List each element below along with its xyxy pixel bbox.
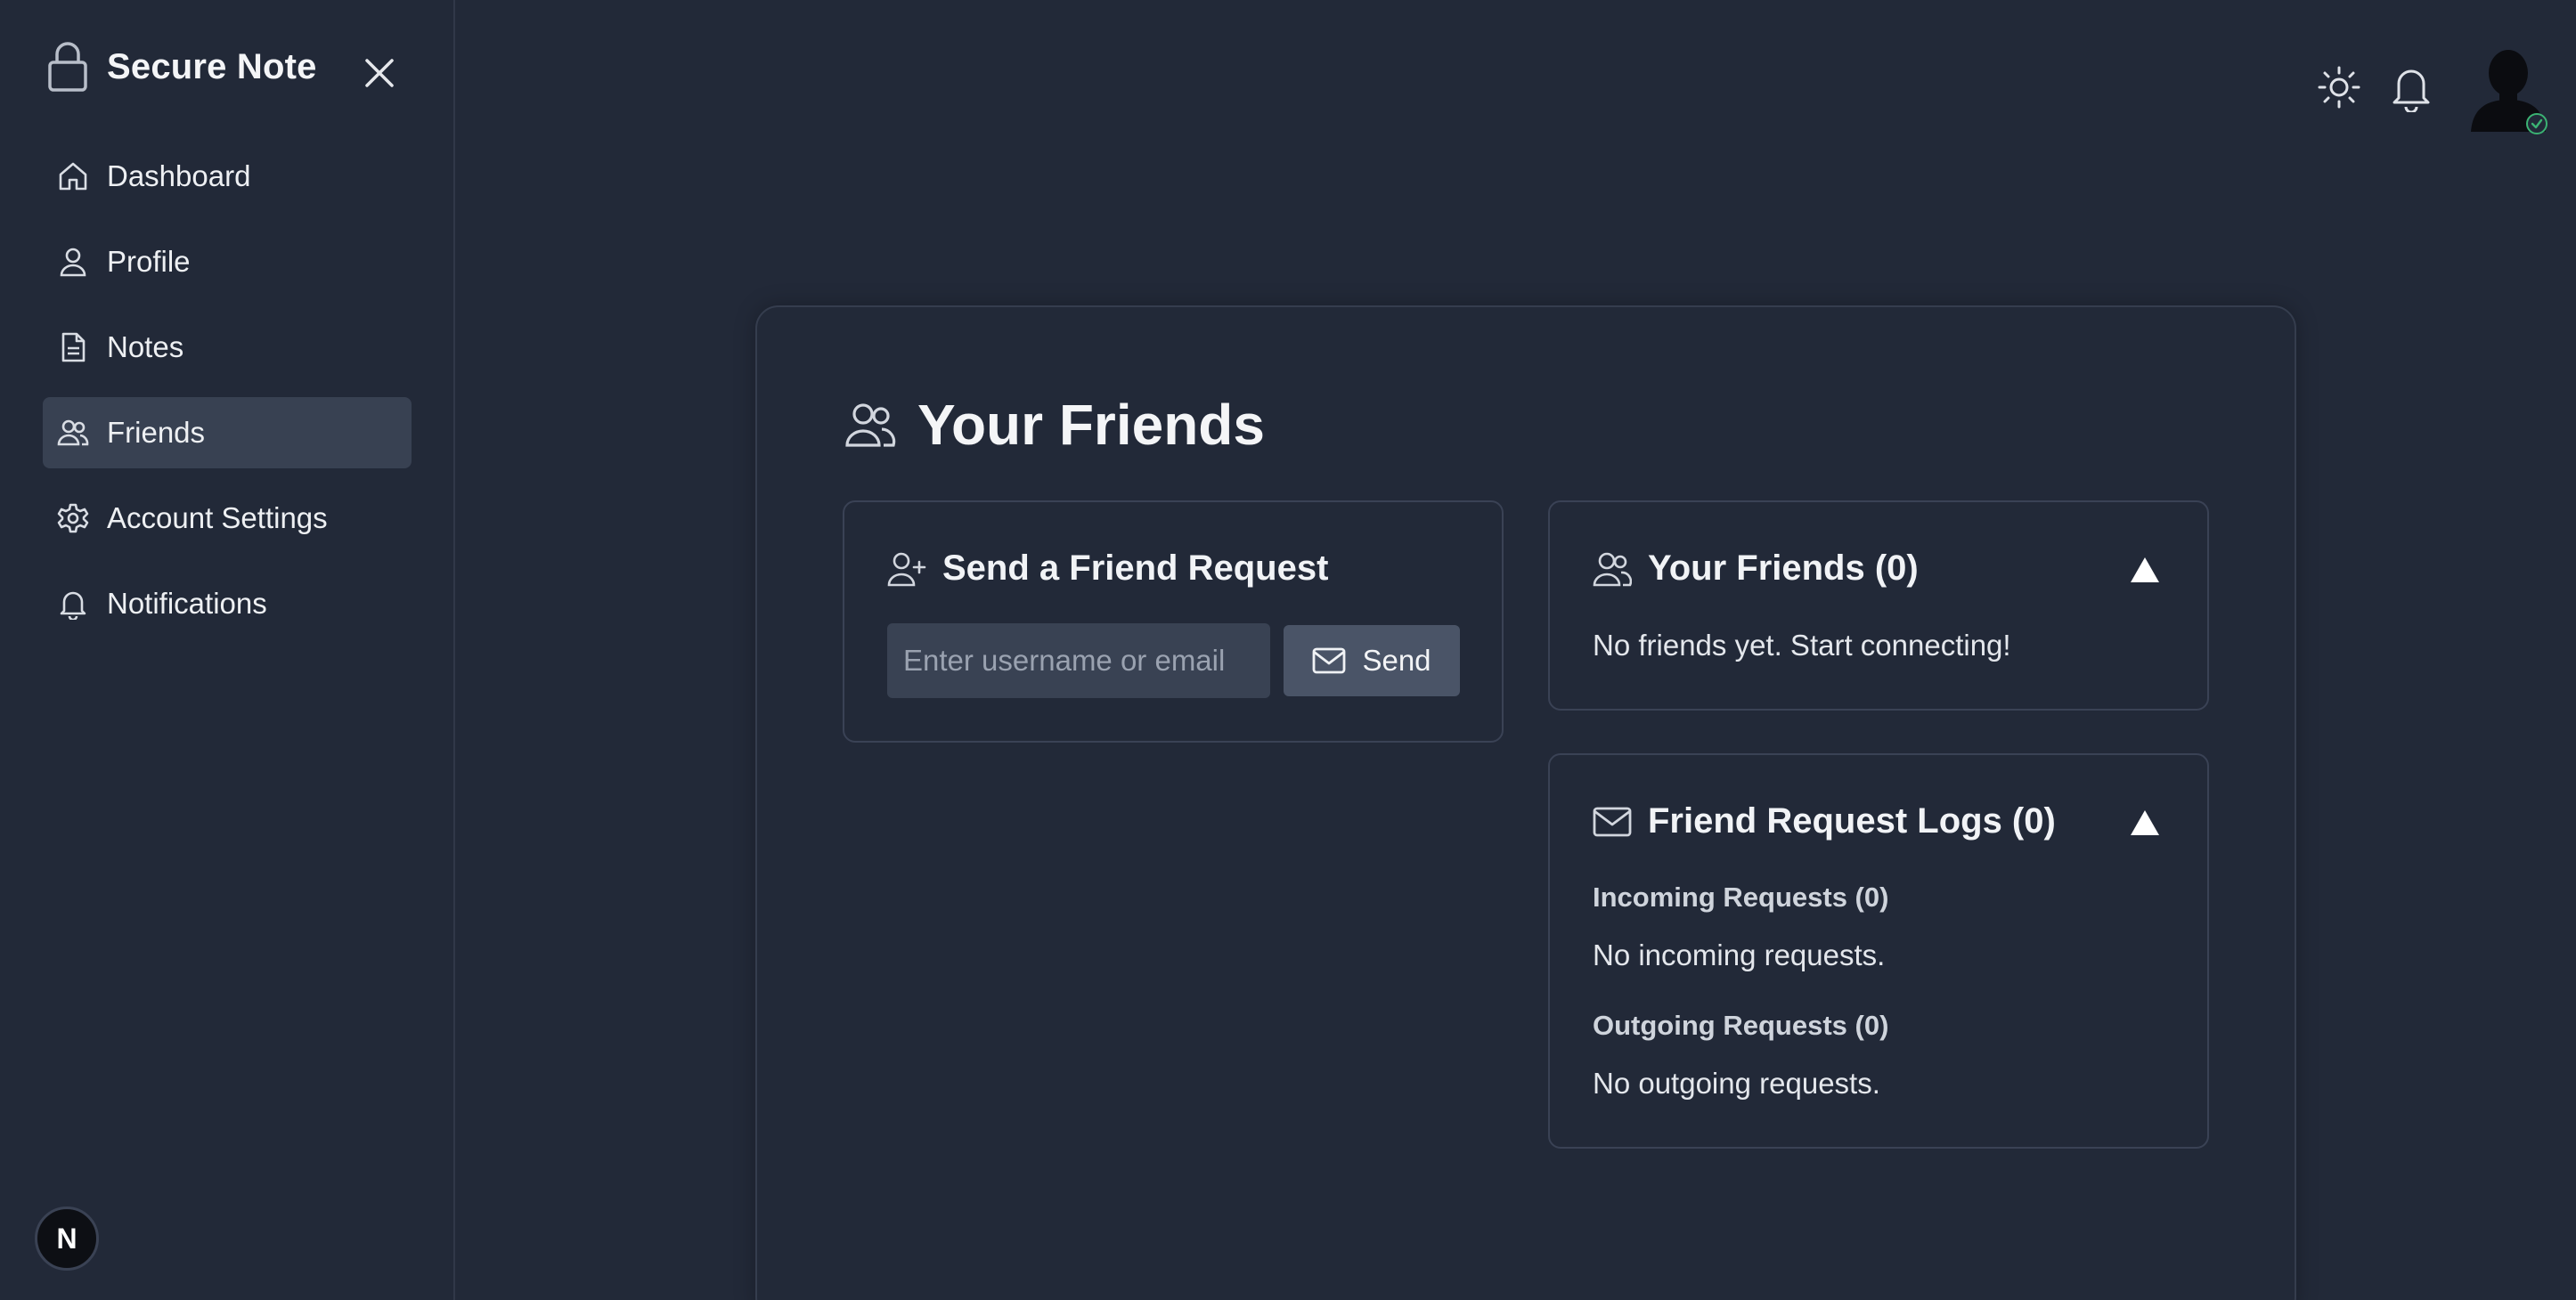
sidebar-item-profile[interactable]: Profile [43,226,412,297]
lock-icon [48,42,87,92]
notifications-bell-icon[interactable] [2389,64,2433,112]
incoming-requests-heading: Incoming Requests (0) [1593,882,1889,913]
send-request-header: Send a Friend Request [887,548,1328,589]
sidebar-item-account-settings[interactable]: Account Settings [43,483,412,554]
dev-badge[interactable]: N [35,1207,99,1271]
user-icon [60,248,86,277]
sidebar-item-notifications[interactable]: Notifications [43,568,412,639]
sidebar-item-label: Profile [107,245,191,278]
online-status-badge [2526,113,2547,134]
bell-icon [60,591,86,620]
send-button-label: Send [1362,644,1431,677]
send-request-title: Send a Friend Request [942,548,1329,588]
users-icon [845,403,896,447]
page-header: Your Friends [844,392,1265,458]
send-request-button[interactable]: Send [1284,625,1460,696]
mail-icon [1313,647,1346,674]
friends-empty-text: No friends yet. Start connecting! [1593,629,2011,662]
sidebar-item-label: Notes [107,330,184,363]
friends-list-panel [1548,500,2209,711]
sidebar-item-notes[interactable]: Notes [43,312,412,383]
friends-list-header: Your Friends (0) [1593,548,1919,589]
incoming-empty-text: No incoming requests. [1593,938,1886,971]
request-logs-header: Friend Request Logs (0) [1593,801,2056,841]
username-email-input[interactable] [887,623,1270,698]
outgoing-requests-heading: Outgoing Requests (0) [1593,1010,1889,1041]
sidebar-item-label: Notifications [107,587,267,620]
users-icon [57,419,89,446]
theme-toggle-sun-icon[interactable] [2316,64,2362,110]
friends-list-title: Your Friends (0) [1648,548,1919,588]
app-title: Secure Note [107,46,317,86]
user-plus-icon [887,552,926,586]
sidebar-item-label: Account Settings [107,501,328,534]
gear-icon [57,503,89,533]
sidebar-item-label: Dashboard [107,159,251,192]
page-title: Your Friends [917,393,1265,457]
brand: Secure Note [46,39,317,94]
users-icon [1593,552,1632,586]
request-logs-title: Friend Request Logs (0) [1648,801,2056,841]
outgoing-empty-text: No outgoing requests. [1593,1067,1880,1100]
file-icon [61,332,86,362]
sidebar-nav: Dashboard Profile Notes Friends Account … [43,141,412,654]
close-sidebar-button[interactable] [362,55,397,91]
sidebar-item-dashboard[interactable]: Dashboard [43,141,412,212]
send-request-panel [843,500,1504,743]
collapse-friends-toggle[interactable] [2129,556,2161,584]
sidebar: Secure Note Dashboard Profile Notes Frie… [0,0,455,1300]
check-icon [2531,118,2543,129]
sidebar-item-label: Friends [107,416,206,449]
sidebar-item-friends[interactable]: Friends [43,397,412,468]
mail-icon [1593,807,1632,836]
collapse-logs-toggle[interactable] [2129,808,2161,837]
home-icon [59,162,87,191]
